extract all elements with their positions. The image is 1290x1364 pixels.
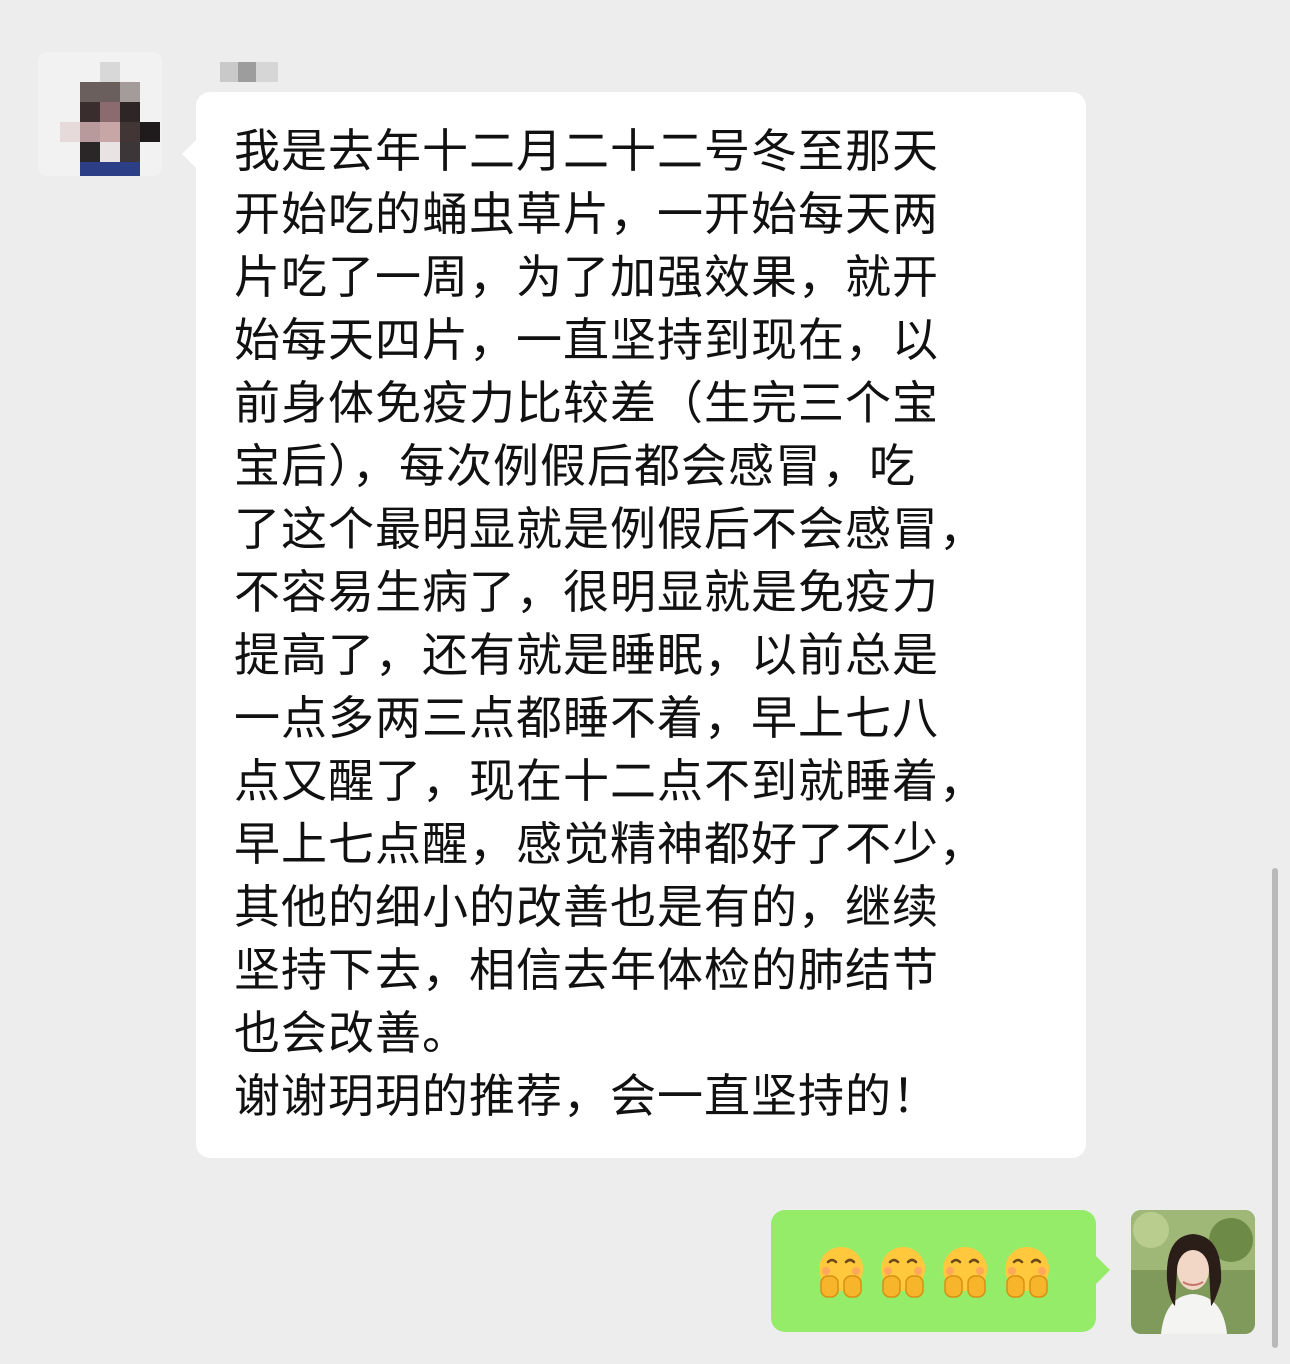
hand-over-mouth-emoji bbox=[1004, 1247, 1049, 1298]
user-avatar[interactable] bbox=[1131, 1210, 1255, 1334]
scrollbar[interactable] bbox=[1272, 868, 1278, 1348]
sender-name-obscured bbox=[220, 62, 280, 82]
received-message-bubble[interactable]: 我是去年十二月二十二号冬至那天 开始吃的蛹虫草片，一开始每天两 片吃了一周，为了… bbox=[182, 92, 1086, 1158]
sent-message-bubble[interactable] bbox=[771, 1210, 1110, 1332]
hand-over-mouth-emoji bbox=[880, 1247, 925, 1298]
received-message-text: 我是去年十二月二十二号冬至那天 开始吃的蛹虫草片，一开始每天两 片吃了一周，为了… bbox=[234, 124, 986, 1123]
contact-avatar[interactable] bbox=[38, 52, 162, 176]
user-photo bbox=[1131, 1210, 1255, 1334]
emoji-row bbox=[813, 1243, 1055, 1299]
hand-over-mouth-emoji bbox=[942, 1247, 987, 1298]
hand-over-mouth-emoji bbox=[818, 1247, 863, 1298]
